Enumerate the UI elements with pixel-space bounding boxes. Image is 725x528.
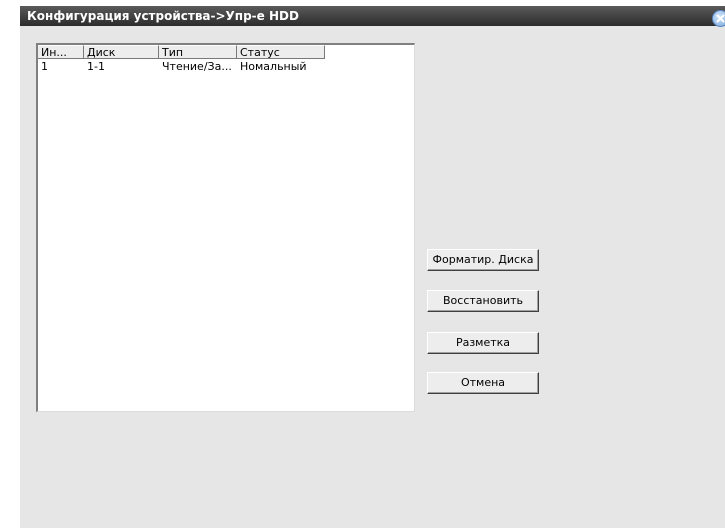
close-icon[interactable] (712, 10, 725, 27)
hdd-management-dialog: Конфигурация устройства->Упр-е HDD Ин...… (20, 6, 725, 528)
column-header-index[interactable]: Ин... (38, 45, 84, 59)
restore-button[interactable]: Восстановить (427, 290, 539, 312)
partition-button[interactable]: Разметка (427, 332, 539, 354)
format-disk-button[interactable]: Форматир. Диска (427, 249, 539, 271)
disk-list[interactable]: Ин... Диск Тип Статус 1 1-1 Чтение/За...… (36, 43, 415, 412)
column-header-disk[interactable]: Диск (84, 45, 159, 59)
cell-disk: 1-1 (87, 60, 105, 73)
title-bar[interactable]: Конфигурация устройства->Упр-е HDD (20, 6, 725, 27)
disk-list-header: Ин... Диск Тип Статус (38, 45, 414, 61)
cell-status: Номальный (240, 60, 307, 73)
column-header-filler (325, 45, 414, 59)
column-header-status[interactable]: Статус (237, 45, 325, 59)
window-title: Конфигурация устройства->Упр-е HDD (27, 9, 299, 23)
cancel-button[interactable]: Отмена (427, 372, 539, 394)
cell-index: 1 (41, 60, 48, 73)
cell-type: Чтение/За... (162, 60, 232, 73)
column-header-type[interactable]: Тип (159, 45, 237, 59)
table-row[interactable]: 1 1-1 Чтение/За... Номальный (38, 60, 325, 74)
